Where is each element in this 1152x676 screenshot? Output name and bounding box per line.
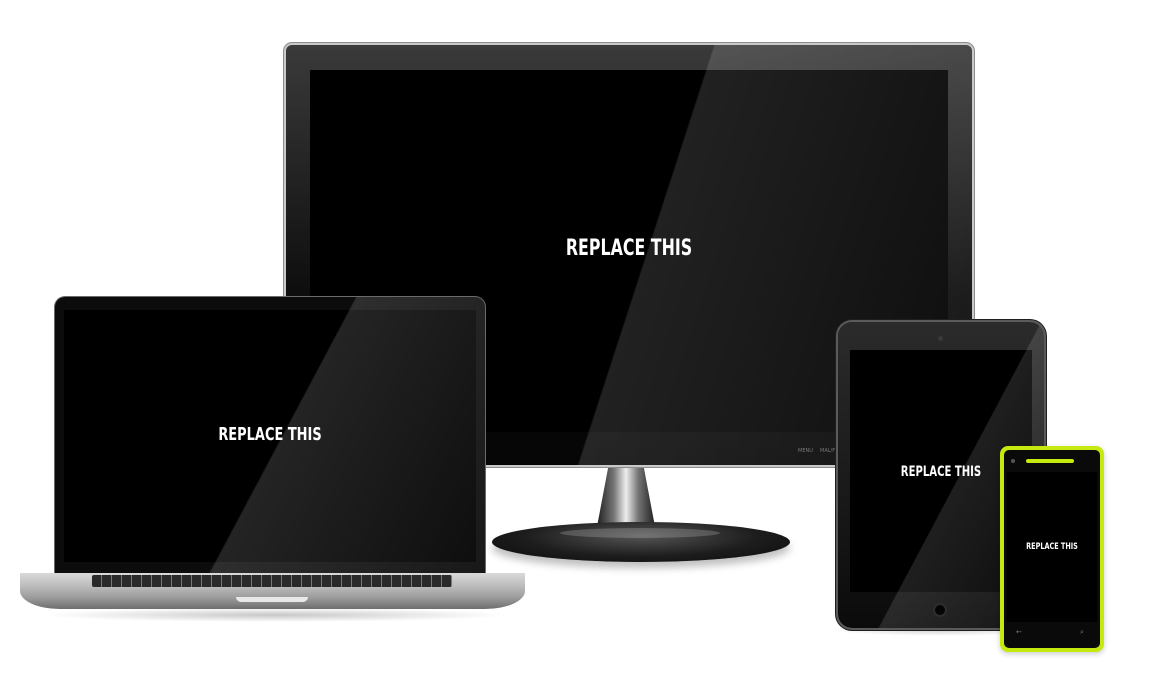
- phone-speaker-icon: [1026, 459, 1074, 463]
- laptop-keyboard: [92, 575, 452, 587]
- phone-search-icon[interactable]: ⌕: [1080, 628, 1084, 637]
- phone-back-icon[interactable]: ←: [1016, 628, 1022, 636]
- monitor-input-button[interactable]: MAL/F: [820, 448, 835, 454]
- monitor-menu-button[interactable]: MENU: [798, 448, 813, 454]
- tablet-camera-icon: [938, 336, 943, 341]
- phone-screen: REPLACE THIS: [1007, 472, 1097, 622]
- monitor-base-highlight: [560, 528, 720, 538]
- laptop-glare: [55, 297, 485, 575]
- phone-camera-icon: [1011, 459, 1015, 463]
- laptop-opening-notch: [236, 597, 308, 602]
- tablet-home-button[interactable]: [933, 603, 947, 617]
- laptop-shadow: [40, 608, 510, 622]
- phone-screen-label: REPLACE THIS: [1026, 542, 1078, 552]
